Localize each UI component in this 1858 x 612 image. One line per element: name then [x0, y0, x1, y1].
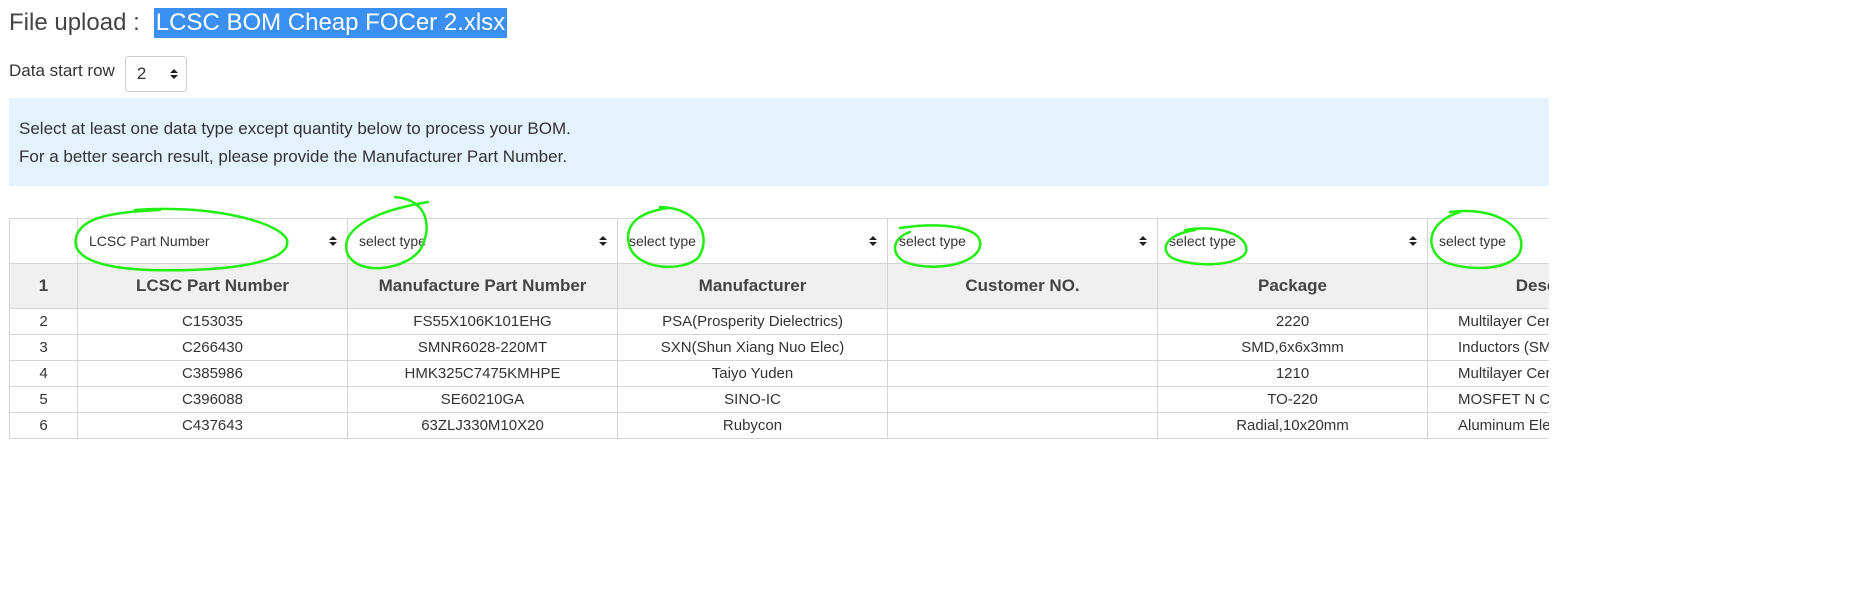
- select-arrows-icon: [599, 236, 607, 246]
- type-select-value: LCSC Part Number: [89, 233, 210, 249]
- type-select-value: select type: [1439, 233, 1506, 249]
- cell-package: 1210: [1157, 360, 1428, 387]
- row-index: 2: [9, 308, 78, 335]
- type-select-lcsc-part-number[interactable]: LCSC Part Number: [79, 220, 347, 263]
- cell-customer-no: [887, 386, 1158, 413]
- type-select-cell: LCSC Part Number: [77, 218, 348, 264]
- cell-package: TO-220: [1157, 386, 1428, 413]
- cell-manufacture-part-number: 63ZLJ330M10X20: [347, 412, 618, 439]
- cell-manufacturer: Taiyo Yuden: [617, 360, 888, 387]
- cell-package: SMD,6x6x3mm: [1157, 334, 1428, 361]
- bom-upload-page: File upload : LCSC BOM Cheap FOCer 2.xls…: [0, 0, 1858, 612]
- type-select-cell: select type: [1427, 218, 1550, 264]
- cell-customer-no: [887, 308, 1158, 335]
- table-header-row: 1 LCSC Part Number Manufacture Part Numb…: [9, 263, 1549, 309]
- cell-manufacture-part-number: SE60210GA: [347, 386, 618, 413]
- file-upload-title: File upload : LCSC BOM Cheap FOCer 2.xls…: [9, 6, 508, 40]
- file-name-selected[interactable]: LCSC BOM Cheap FOCer 2.xlsx: [153, 8, 508, 38]
- column-header: Package: [1157, 263, 1428, 309]
- select-arrows-icon: [869, 236, 877, 246]
- table-row: 3 C266430 SMNR6028-220MT SXN(Shun Xiang …: [9, 334, 1549, 361]
- type-select-col-6[interactable]: select type: [1429, 220, 1550, 263]
- row-index: 6: [9, 412, 78, 439]
- column-header: Customer NO.: [887, 263, 1158, 309]
- cell-customer-no: [887, 360, 1158, 387]
- type-select-col-3[interactable]: select type: [619, 220, 887, 263]
- cell-manufacture-part-number: SMNR6028-220MT: [347, 334, 618, 361]
- data-start-row-label: Data start row: [9, 61, 115, 80]
- cell-manufacturer: SINO-IC: [617, 386, 888, 413]
- cell-manufacture-part-number: HMK325C7475KMHPE: [347, 360, 618, 387]
- select-arrows-icon: [329, 236, 337, 246]
- type-select-col-5[interactable]: select type: [1159, 220, 1427, 263]
- type-select-col-2[interactable]: select type: [349, 220, 617, 263]
- type-select-value: select type: [629, 233, 696, 249]
- type-select-value: select type: [1169, 233, 1236, 249]
- cell-lcsc-part-number: C266430: [77, 334, 348, 361]
- info-line-1: Select at least one data type except qua…: [19, 119, 571, 138]
- type-select-cell: select type: [1157, 218, 1428, 264]
- data-start-row-select[interactable]: 2: [124, 56, 187, 92]
- column-header: Description: [1427, 263, 1549, 309]
- column-header: Manufacturer: [617, 263, 888, 309]
- row-index-header: 1: [9, 263, 78, 309]
- type-select-value: select type: [359, 233, 426, 249]
- table-row: 4 C385986 HMK325C7475KMHPE Taiyo Yuden 1…: [9, 360, 1549, 387]
- table-row: 5 C396088 SE60210GA SINO-IC TO-220 MOSFE…: [9, 386, 1549, 413]
- file-upload-label: File upload :: [9, 9, 140, 36]
- data-start-row-value: 2: [136, 64, 147, 83]
- cell-manufacturer: Rubycon: [617, 412, 888, 439]
- select-arrows-icon: [1409, 236, 1417, 246]
- cell-package: 2220: [1157, 308, 1428, 335]
- row-index: 4: [9, 360, 78, 387]
- select-arrows-icon: [169, 69, 178, 79]
- type-select-blank-cell: [9, 218, 78, 264]
- column-header: Manufacture Part Number: [347, 263, 618, 309]
- column-header: LCSC Part Number: [77, 263, 348, 309]
- cell-description: MOSFET N Channel: [1427, 386, 1549, 413]
- cell-manufacturer: PSA(Prosperity Dielectrics): [617, 308, 888, 335]
- select-arrows-icon: [1139, 236, 1147, 246]
- cell-customer-no: [887, 334, 1158, 361]
- cell-lcsc-part-number: C437643: [77, 412, 348, 439]
- cell-customer-no: [887, 412, 1158, 439]
- table-row: 2 C153035 FS55X106K101EHG PSA(Prosperity…: [9, 308, 1549, 335]
- cell-description: Multilayer Ceramic Capacitors MLCC - SMD…: [1427, 308, 1549, 335]
- cell-lcsc-part-number: C396088: [77, 386, 348, 413]
- table-row: 6 C437643 63ZLJ330M10X20 Rubycon Radial,…: [9, 412, 1549, 439]
- bom-table-container[interactable]: LCSC Part Number select type select type: [9, 218, 1549, 448]
- row-index: 5: [9, 386, 78, 413]
- type-select-value: select type: [899, 233, 966, 249]
- type-select-cell: select type: [347, 218, 618, 264]
- cell-description: Aluminum Electrolytic Capacitors: [1427, 412, 1549, 439]
- bom-table: LCSC Part Number select type select type: [9, 218, 1549, 439]
- cell-description: Multilayer Ceramic Capacitors MLCC - SMD…: [1427, 360, 1549, 387]
- cell-manufacture-part-number: FS55X106K101EHG: [347, 308, 618, 335]
- info-line-2: For a better search result, please provi…: [19, 147, 568, 166]
- type-select-cell: select type: [617, 218, 888, 264]
- type-select-row: LCSC Part Number select type select type: [9, 218, 1550, 264]
- row-index: 3: [9, 334, 78, 361]
- cell-package: Radial,10x20mm: [1157, 412, 1428, 439]
- cell-lcsc-part-number: C153035: [77, 308, 348, 335]
- data-start-row: Data start row 2: [9, 56, 187, 92]
- type-select-col-4[interactable]: select type: [889, 220, 1157, 263]
- type-select-cell: select type: [887, 218, 1158, 264]
- cell-description: Inductors (SMD): [1427, 334, 1549, 361]
- cell-lcsc-part-number: C385986: [77, 360, 348, 387]
- info-notice: Select at least one data type except qua…: [9, 98, 1549, 186]
- cell-manufacturer: SXN(Shun Xiang Nuo Elec): [617, 334, 888, 361]
